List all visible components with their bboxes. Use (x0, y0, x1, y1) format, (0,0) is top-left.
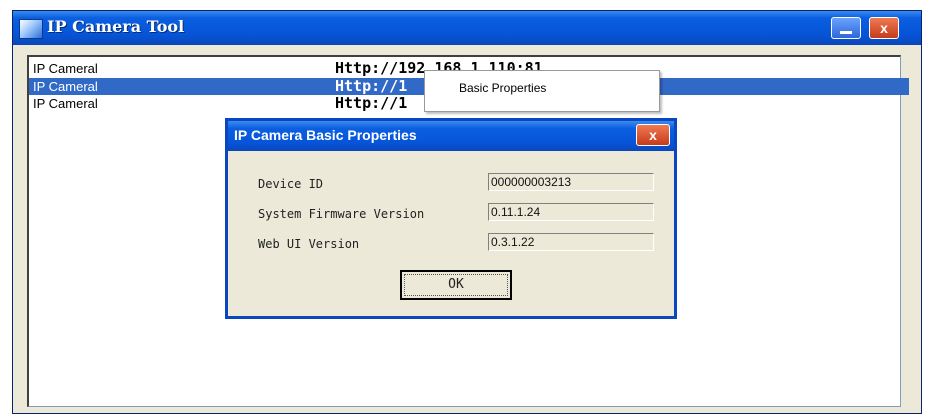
web-ui-version-value: 0.3.1.22 (488, 233, 654, 251)
camera-name: IP Cameral (33, 79, 98, 94)
dialog-close-button[interactable]: x (636, 124, 670, 146)
camera-url: Http://1 (335, 77, 408, 95)
device-id-value: 000000003213 (488, 173, 654, 191)
web-ui-version-label: Web UI Version (258, 237, 360, 251)
firmware-version-label: System Firmware Version (258, 207, 425, 221)
ok-button[interactable]: OK (400, 270, 512, 300)
close-button[interactable]: x (869, 17, 899, 39)
menu-item-basic-properties[interactable]: Basic Properties (459, 81, 546, 95)
window-title: IP Camera Tool (47, 17, 185, 36)
device-id-label: Device ID (258, 177, 324, 191)
camera-name: IP Cameral (33, 96, 98, 111)
firmware-version-value: 0.11.1.24 (488, 203, 654, 221)
ok-button-label: OK (404, 274, 508, 296)
app-icon (19, 19, 43, 39)
camera-url: Http://1 (335, 94, 408, 112)
dialog-title: IP Camera Basic Properties (234, 127, 417, 143)
basic-properties-dialog: IP Camera Basic Properties x Device ID 0… (225, 118, 677, 319)
camera-name: IP Cameral (33, 61, 98, 76)
dialog-title-bar[interactable]: IP Camera Basic Properties x (228, 121, 674, 151)
minimize-button[interactable] (831, 17, 861, 39)
context-menu: Basic Properties (424, 70, 660, 112)
title-bar[interactable]: IP Camera Tool x (13, 11, 921, 45)
